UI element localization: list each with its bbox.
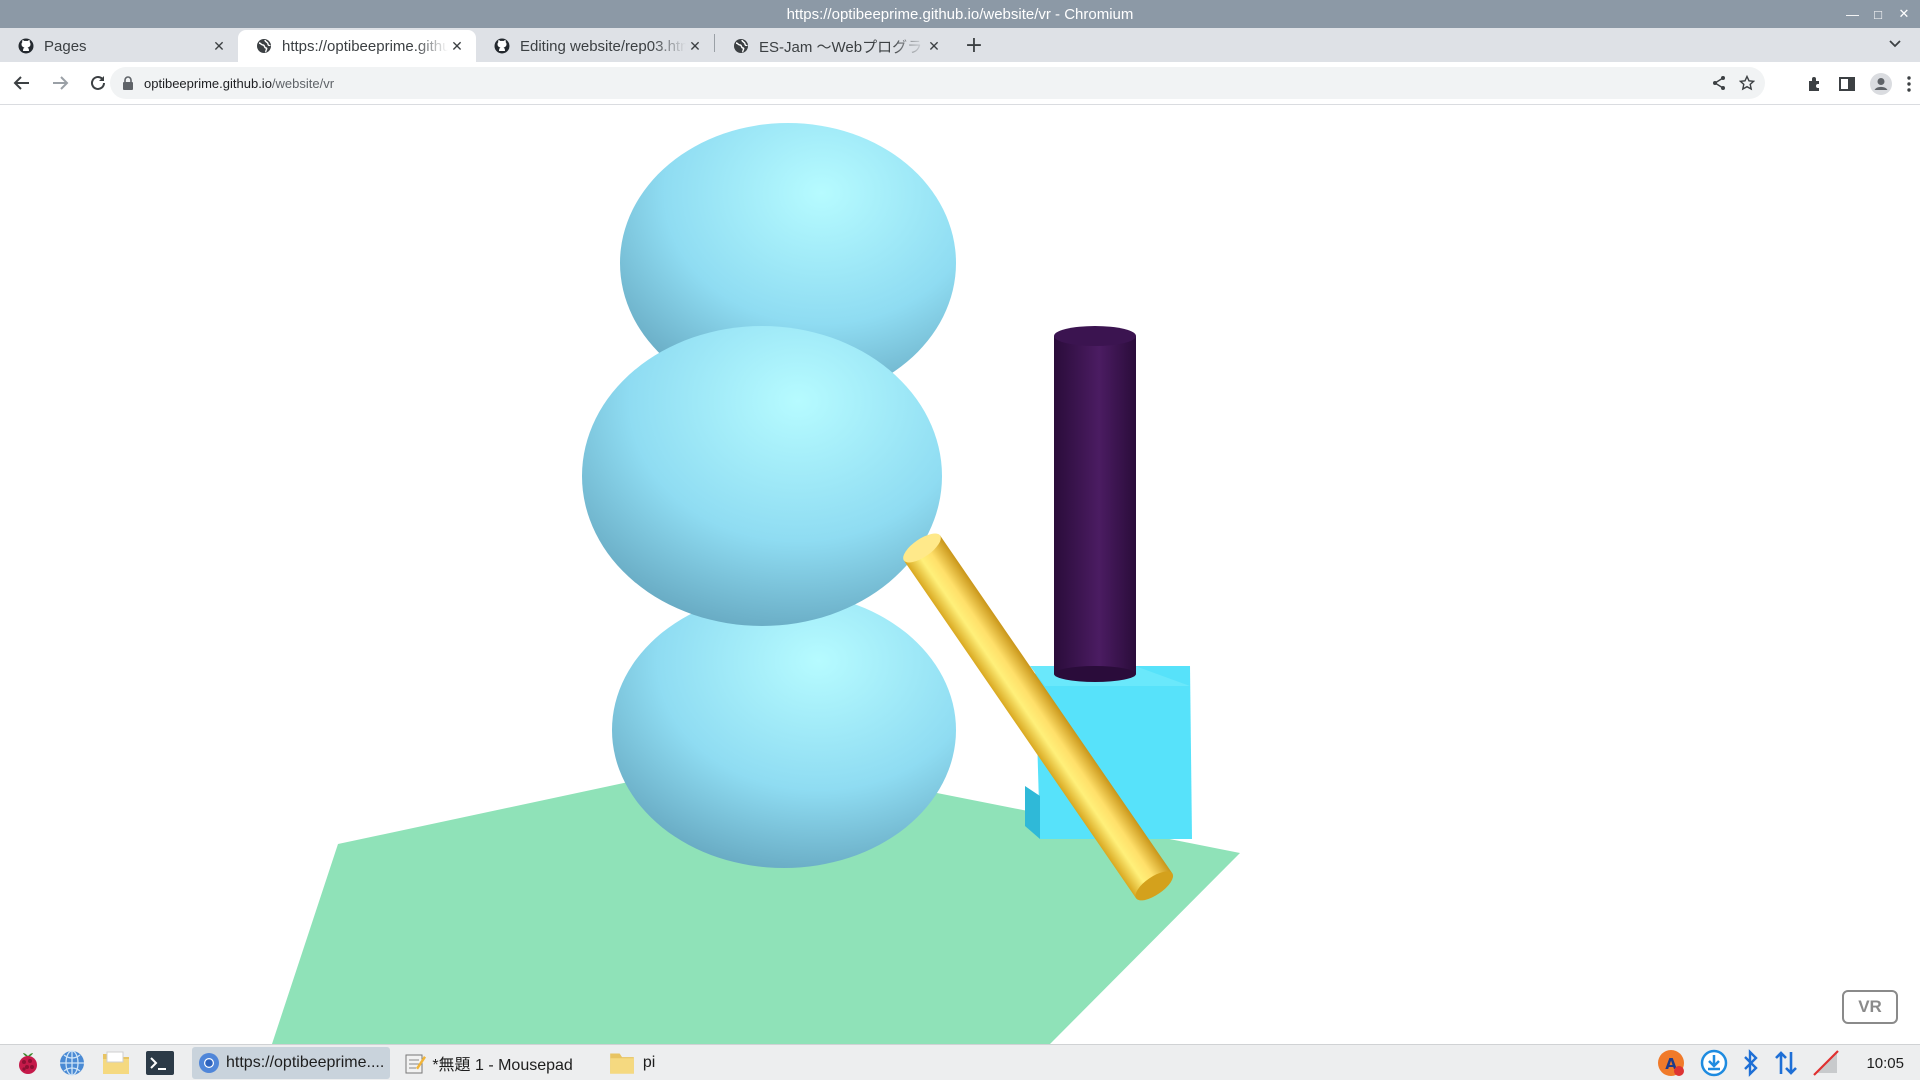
task-mousepad[interactable]: *無題 1 - Mousepad xyxy=(398,1047,579,1079)
maximize-icon[interactable]: □ xyxy=(1872,7,1884,22)
enter-vr-button[interactable]: VR xyxy=(1842,990,1898,1024)
arrow-left-icon xyxy=(13,76,29,90)
bluetooth-icon[interactable] xyxy=(1742,1049,1760,1077)
tab-label: ES-Jam 〜Webプログラ xyxy=(759,38,923,56)
folder-icon xyxy=(610,1053,634,1074)
volume-muted-icon[interactable] xyxy=(1812,1049,1840,1077)
toolbar-actions xyxy=(1806,62,1912,105)
window-controls: — □ ✕ xyxy=(1846,0,1910,28)
raspberry-icon xyxy=(19,1052,37,1074)
network-transfer-icon[interactable] xyxy=(1774,1049,1798,1077)
window-titlebar: https://optibeeprime.github.io/website/v… xyxy=(0,0,1920,28)
github-icon xyxy=(494,38,510,54)
task-label: pi xyxy=(642,1053,656,1071)
task-label: *無題 1 - Mousepad xyxy=(432,1056,573,1074)
omnibox-actions xyxy=(1711,67,1755,99)
system-tray: A 10:05 xyxy=(1656,1045,1920,1081)
input-method-icon[interactable]: A xyxy=(1656,1048,1686,1078)
cylinder-body xyxy=(1054,336,1136,674)
tab-label: https://optibeeprime.github.io/website/v… xyxy=(282,37,448,55)
address-path: /website/vr xyxy=(271,75,335,91)
window-title: https://optibeeprime.github.io/website/v… xyxy=(786,5,1134,23)
task-label: https://optibeeprime.... xyxy=(226,1053,385,1071)
github-icon xyxy=(18,38,34,54)
tab-label: Editing website/rep03.html xyxy=(520,37,686,55)
new-tab-button[interactable]: + xyxy=(959,30,989,60)
extensions-puzzle-icon[interactable] xyxy=(1806,75,1824,93)
kebab-menu-icon[interactable] xyxy=(1906,75,1912,93)
vr-scene-canvas[interactable] xyxy=(0,106,1920,1044)
tab-editing[interactable]: Editing website/rep03.html ✕ xyxy=(476,30,714,62)
system-clock[interactable]: 10:05 xyxy=(1866,1055,1904,1072)
side-panel-icon[interactable] xyxy=(1838,75,1856,93)
tab-close-icon[interactable]: ✕ xyxy=(925,38,943,55)
sphere-bottom xyxy=(612,592,956,868)
chromium-icon xyxy=(199,1052,219,1073)
browser-toolbar: optibeeprime.github.io/website/vr xyxy=(0,62,1920,105)
task-file-manager-pi[interactable]: pi xyxy=(601,1047,661,1079)
tab-close-icon[interactable]: ✕ xyxy=(448,38,466,55)
tab-search-button[interactable] xyxy=(1888,36,1902,54)
cylinder-top xyxy=(1054,326,1136,346)
tab-esjam[interactable]: ES-Jam 〜Webプログラ ✕ xyxy=(715,30,953,62)
plus-icon: + xyxy=(964,32,984,58)
updates-download-icon[interactable] xyxy=(1700,1049,1728,1077)
tab-vr[interactable]: https://optibeeprime.github.io/website/v… xyxy=(238,30,476,62)
raspberry-menu-button[interactable] xyxy=(12,1047,44,1079)
reload-icon xyxy=(91,75,105,90)
minimize-icon[interactable]: — xyxy=(1846,7,1859,22)
tab-close-icon[interactable]: ✕ xyxy=(686,38,704,55)
star-icon[interactable] xyxy=(1739,75,1755,91)
close-icon[interactable]: ✕ xyxy=(1898,6,1910,22)
share-icon[interactable] xyxy=(1711,75,1727,91)
tab-pages[interactable]: Pages ✕ xyxy=(0,30,238,62)
profile-avatar-icon[interactable] xyxy=(1870,72,1892,95)
globe-icon xyxy=(60,1049,84,1076)
arrow-right-icon xyxy=(53,76,69,90)
web-browser-launcher[interactable] xyxy=(56,1047,88,1079)
file-manager-launcher[interactable] xyxy=(100,1047,132,1079)
tab-strip: Pages ✕ https://optibeeprime.github.io/w… xyxy=(0,28,1920,62)
lock-icon xyxy=(123,76,133,90)
address-host: optibeeprime.github.io xyxy=(144,75,272,91)
chevron-down-icon xyxy=(1889,40,1901,48)
task-chromium[interactable]: https://optibeeprime.... xyxy=(192,1046,391,1079)
sphere-middle xyxy=(582,326,942,626)
page-viewport[interactable]: VR xyxy=(0,106,1920,1044)
cylinder-bottom xyxy=(1054,666,1136,682)
terminal-launcher[interactable] xyxy=(144,1047,176,1079)
globe-icon xyxy=(734,39,748,53)
tab-close-icon[interactable]: ✕ xyxy=(210,38,228,55)
terminal-icon xyxy=(146,1050,174,1075)
tab-label: Pages xyxy=(44,37,87,55)
forward-button[interactable] xyxy=(44,67,76,99)
os-taskbar: https://optibeeprime.... *無題 1 - Mousepa… xyxy=(0,1044,1920,1080)
back-button[interactable] xyxy=(6,67,38,99)
folder-icon xyxy=(103,1051,129,1074)
text-editor-icon xyxy=(405,1054,427,1073)
address-bar[interactable]: optibeeprime.github.io/website/vr xyxy=(110,67,1765,99)
globe-icon xyxy=(257,39,271,53)
